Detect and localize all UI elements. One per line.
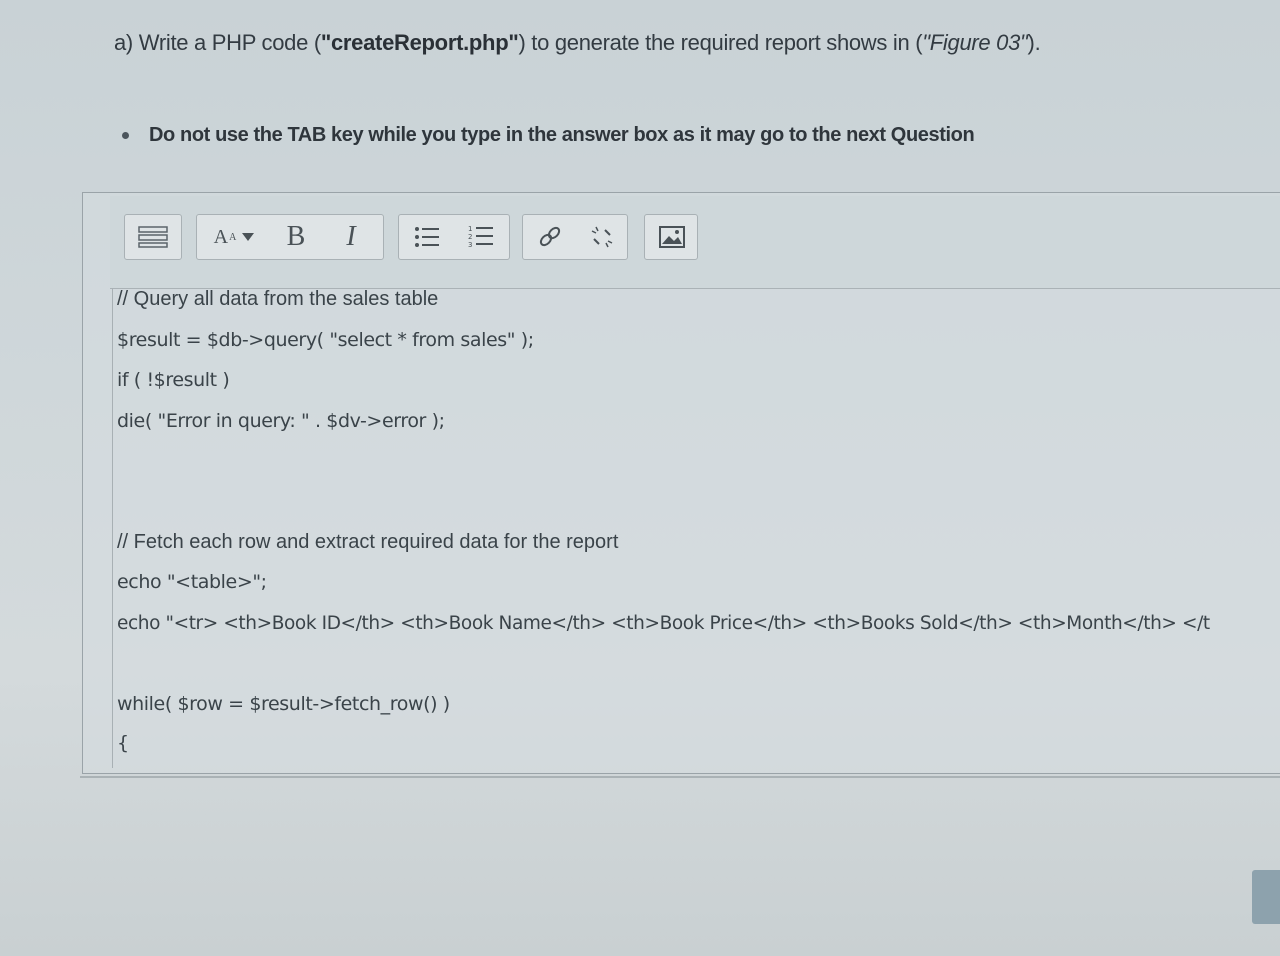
chevron-down-icon bbox=[242, 233, 255, 241]
bold-icon: B bbox=[286, 221, 306, 252]
italic-icon: I bbox=[346, 221, 356, 252]
code-line: echo "<tr> <th>Book ID</th> <th>Book Nam… bbox=[117, 613, 1210, 634]
code-line: while( $row = $result->fetch_row() ) bbox=[117, 693, 450, 715]
toolbar-group-links bbox=[522, 214, 628, 260]
question-middle: ) to generate the required report shows … bbox=[518, 30, 923, 55]
answer-textarea[interactable]: // Query all data from the sales table $… bbox=[112, 288, 1280, 768]
expand-toolbar-button[interactable] bbox=[125, 215, 181, 259]
link-button[interactable] bbox=[525, 215, 575, 259]
link-icon bbox=[539, 226, 561, 247]
instruction-text: Do not use the TAB key while you type in… bbox=[149, 124, 975, 146]
toolbar-group-lists: 1 2 3 bbox=[398, 214, 510, 260]
svg-text:1: 1 bbox=[468, 225, 472, 233]
question-filename: "createReport.php" bbox=[320, 30, 519, 55]
code-line: $result = $db->query( "select * from sal… bbox=[117, 329, 534, 351]
code-line: echo "<table>"; bbox=[117, 571, 267, 593]
bullet-list-icon bbox=[415, 227, 439, 247]
code-line: // Fetch each row and extract required d… bbox=[117, 531, 619, 553]
question-text: a) Write a PHP code ("createReport.php")… bbox=[114, 30, 1214, 56]
svg-text:2: 2 bbox=[468, 233, 472, 241]
font-size-button[interactable]: AA bbox=[201, 215, 267, 259]
toolbar-group-expand bbox=[124, 214, 182, 260]
code-line: // Query all data from the sales table bbox=[117, 288, 439, 310]
insert-image-button[interactable] bbox=[647, 215, 697, 259]
question-figure: "Figure 03" bbox=[922, 30, 1028, 55]
image-icon bbox=[659, 226, 685, 248]
divider bbox=[80, 776, 1280, 778]
unordered-list-button[interactable] bbox=[401, 215, 453, 259]
code-line: die( "Error in query: " . $dv->error ); bbox=[117, 410, 445, 432]
numbered-list-icon: 1 2 3 bbox=[468, 225, 493, 249]
svg-text:3: 3 bbox=[468, 241, 472, 249]
ordered-list-button[interactable]: 1 2 3 bbox=[455, 215, 507, 259]
code-line: { bbox=[117, 732, 129, 754]
unlink-button[interactable] bbox=[577, 215, 627, 259]
font-size-icon: A bbox=[213, 225, 229, 248]
instruction-note: Do not use the TAB key while you type in… bbox=[122, 124, 1122, 147]
toolbar-group-text: AA B I bbox=[196, 214, 384, 260]
question-prefix: a) Write a PHP code ( bbox=[114, 30, 321, 55]
editor-toolbar: AA B I 1 2 3 bbox=[110, 196, 1280, 289]
italic-button[interactable]: I bbox=[323, 215, 379, 259]
bullet-icon bbox=[122, 132, 129, 140]
question-suffix: ). bbox=[1027, 30, 1041, 55]
code-line: if ( !$result ) bbox=[117, 369, 230, 391]
unlink-icon bbox=[591, 226, 613, 248]
toolbar-group-media bbox=[644, 214, 698, 260]
bold-button[interactable]: B bbox=[273, 215, 319, 259]
toolbar-toggle-icon bbox=[138, 226, 168, 248]
next-button[interactable] bbox=[1252, 870, 1280, 924]
